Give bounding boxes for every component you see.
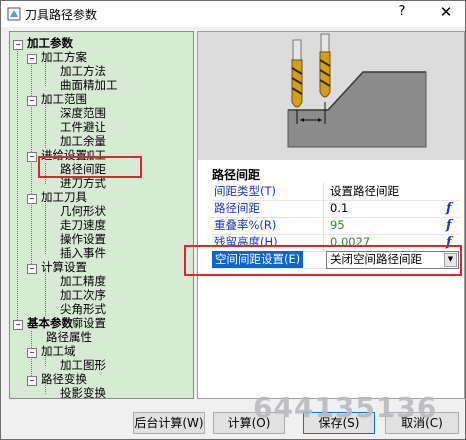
- property-name: 间距类型(T): [214, 184, 276, 198]
- tree-item-machining-plan[interactable]: 加工方案: [41, 50, 87, 64]
- property-value[interactable]: 95: [330, 217, 345, 234]
- tree-item-projection-transform[interactable]: 投影变换: [60, 386, 106, 398]
- tree-item-machining-domain[interactable]: 加工域: [41, 344, 76, 358]
- tree-item-path-attributes[interactable]: 路径属性: [46, 330, 92, 344]
- close-button[interactable]: ✕: [437, 3, 455, 21]
- property-row[interactable]: 路径间距 0.1 f: [212, 200, 460, 218]
- tree-line: [31, 58, 32, 268]
- tree-item-machining-allowance[interactable]: 加工余量: [60, 134, 106, 148]
- parameter-tree[interactable]: − 加工参数 − 加工方案 加工方法 曲面精加工 − 加工范围 深度范围 工件避…: [9, 31, 194, 399]
- help-button[interactable]: ?: [394, 4, 410, 19]
- tree-item-workpiece-avoid[interactable]: 工件避让: [60, 120, 106, 134]
- tree-item-operation-settings[interactable]: 操作设置: [60, 232, 106, 246]
- tree-item-basic-params[interactable]: 基本参数: [27, 316, 73, 330]
- tree-item-corner-form[interactable]: 尖角形式: [60, 302, 106, 316]
- tree-item-insert-event[interactable]: 插入事件: [60, 246, 106, 260]
- tree-line: [17, 44, 18, 324]
- column-separator: [323, 183, 324, 200]
- tree-item-path-transform[interactable]: 路径变换: [41, 372, 87, 386]
- collapse-icon[interactable]: −: [13, 320, 23, 330]
- column-separator: [323, 200, 324, 217]
- collapse-icon[interactable]: −: [27, 264, 37, 274]
- column-separator: [323, 217, 324, 234]
- property-row[interactable]: 重叠率%(R) 95 f: [212, 217, 460, 235]
- title-bar: 刀具路径参数 ? ✕: [1, 1, 465, 27]
- collapse-icon[interactable]: −: [27, 194, 37, 204]
- property-name: 重叠率%(R): [214, 218, 277, 232]
- property-highlight-box: [184, 245, 462, 276]
- panel-title: 路径间距: [212, 168, 261, 182]
- collapse-icon[interactable]: −: [27, 152, 37, 162]
- tree-line: [45, 198, 46, 254]
- background-calc-button[interactable]: 后台计算(W): [133, 412, 205, 434]
- window-title: 刀具路径参数: [25, 8, 98, 22]
- tree-item-machining-range[interactable]: 加工范围: [41, 92, 87, 106]
- tree-item-order[interactable]: 加工次序: [60, 288, 106, 302]
- dialog-window: 刀具路径参数 ? ✕ − 加工参数 − 加工方案 加工方法 曲面精加工 − 加工…: [0, 0, 466, 440]
- tree-item-calc-settings[interactable]: 计算设置: [41, 260, 87, 274]
- tree-highlight-box: [38, 156, 142, 178]
- tree-item-geometry[interactable]: 几何形状: [60, 204, 106, 218]
- collapse-icon[interactable]: −: [13, 40, 23, 50]
- collapse-icon[interactable]: −: [27, 96, 37, 106]
- illustration: [198, 32, 464, 160]
- collapse-icon[interactable]: −: [27, 54, 37, 64]
- property-value[interactable]: 0.1: [330, 200, 348, 217]
- tree-item-machining-params[interactable]: 加工参数: [27, 36, 73, 50]
- property-row[interactable]: 间距类型(T) 设置路径间距: [212, 183, 460, 201]
- tree-item-approach-mode[interactable]: 进刀方式: [60, 176, 106, 190]
- tree-item-machining-graphic[interactable]: 加工图形: [60, 358, 106, 372]
- tree-item-depth-range[interactable]: 深度范围: [60, 106, 106, 120]
- tool-illustration: [198, 32, 464, 160]
- tree-item-machining-tool[interactable]: 加工刀具: [41, 190, 87, 204]
- tree-item-feed-speed[interactable]: 走刀速度: [60, 218, 106, 232]
- tree-item-machining-method[interactable]: 加工方法: [60, 64, 106, 78]
- app-icon: [7, 7, 21, 21]
- property-value[interactable]: 设置路径间距: [330, 183, 399, 200]
- property-name: 路径间距: [214, 201, 260, 215]
- tree-item-surface-finish[interactable]: 曲面精加工: [60, 78, 118, 92]
- watermark: 644135136: [253, 391, 438, 424]
- parameter-panel: 路径间距 间距类型(T) 设置路径间距 路径间距 0.1 f 重叠率%(R) 9…: [197, 31, 465, 399]
- collapse-icon[interactable]: −: [27, 348, 37, 358]
- formula-icon[interactable]: f: [446, 200, 452, 217]
- collapse-icon[interactable]: −: [27, 376, 37, 386]
- tree-item-precision[interactable]: 加工精度: [60, 274, 106, 288]
- formula-icon[interactable]: f: [446, 217, 452, 234]
